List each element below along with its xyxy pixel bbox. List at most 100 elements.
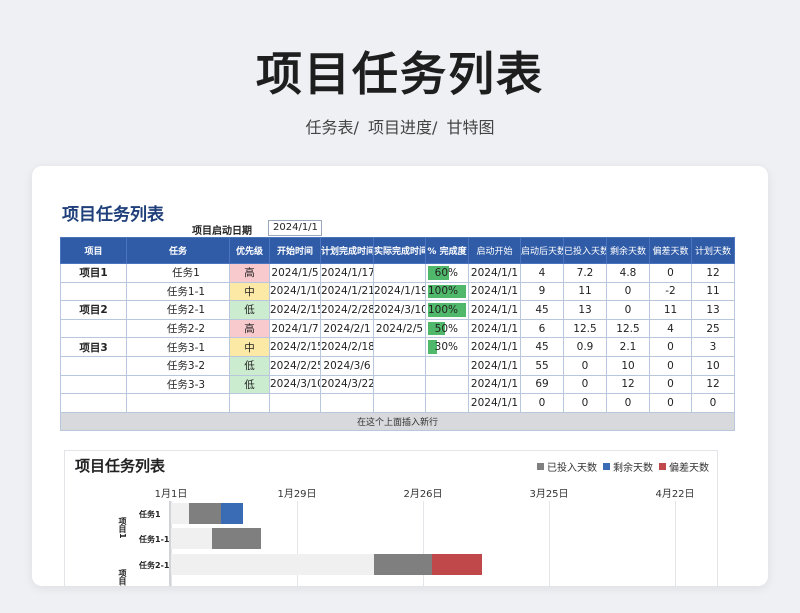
start-date-cell[interactable] <box>269 393 321 413</box>
plan-end-cell[interactable]: 2024/2/18 <box>320 337 374 357</box>
invested-cell[interactable]: 11 <box>563 281 607 302</box>
priority-cell[interactable]: 中 <box>229 337 270 357</box>
deviation-cell[interactable]: 11 <box>649 300 692 320</box>
header-cell[interactable]: 启动后天数 <box>520 237 564 264</box>
launch-cell[interactable]: 2024/1/1 <box>468 263 521 283</box>
start-date-cell[interactable]: 2024/2/15 <box>269 337 321 357</box>
priority-cell[interactable]: 低 <box>229 300 270 320</box>
start-date-cell[interactable]: 2024/1/7 <box>269 318 321 339</box>
invested-cell[interactable]: 13 <box>563 300 607 320</box>
plan-end-cell[interactable]: 2024/3/22 <box>320 374 374 395</box>
remaining-cell[interactable]: 4.8 <box>606 263 650 283</box>
project-cell[interactable] <box>60 355 127 376</box>
progress-cell[interactable]: 30% <box>425 337 469 357</box>
remaining-cell[interactable]: 12 <box>606 374 650 395</box>
days-after-cell[interactable]: 9 <box>520 281 564 302</box>
header-cell[interactable]: 计划完成时间 <box>320 237 374 264</box>
plan-end-cell[interactable] <box>320 393 374 413</box>
header-cell[interactable]: 偏差天数 <box>649 237 692 264</box>
project-cell[interactable]: 项目3 <box>60 337 127 357</box>
task-cell[interactable] <box>126 393 230 413</box>
deviation-cell[interactable]: 0 <box>649 263 692 283</box>
header-cell[interactable]: 已投入天数 <box>563 237 607 264</box>
launch-cell[interactable]: 2024/1/1 <box>468 355 521 376</box>
deviation-cell[interactable]: 4 <box>649 318 692 339</box>
project-cell[interactable]: 项目2 <box>60 300 127 320</box>
progress-cell[interactable]: 100% <box>425 281 469 302</box>
start-date-cell[interactable]: 2024/1/1 <box>268 220 322 236</box>
plan-end-cell[interactable]: 2024/2/28 <box>320 300 374 320</box>
project-cell[interactable]: 项目1 <box>60 263 127 283</box>
task-cell[interactable]: 任务2-1 <box>126 300 230 320</box>
priority-cell[interactable] <box>229 393 270 413</box>
plan-days-cell[interactable]: 25 <box>691 318 735 339</box>
header-cell[interactable]: 启动开始 <box>468 237 521 264</box>
header-cell[interactable]: 任务 <box>126 237 230 264</box>
actual-end-cell[interactable] <box>373 337 426 357</box>
header-cell[interactable]: 剩余天数 <box>606 237 650 264</box>
actual-end-cell[interactable]: 2024/2/5 <box>373 318 426 339</box>
remaining-cell[interactable]: 0 <box>606 281 650 302</box>
start-date-cell[interactable]: 2024/1/10 <box>269 281 321 302</box>
start-date-cell[interactable]: 2024/2/15 <box>269 300 321 320</box>
remaining-cell[interactable]: 10 <box>606 355 650 376</box>
project-cell[interactable] <box>60 318 127 339</box>
table-row[interactable]: 任务2-2 高 2024/1/7 2024/2/1 2024/2/5 50% 2024/1/… <box>60 318 735 339</box>
insert-row[interactable]: 在这个上面插入新行 <box>60 411 735 432</box>
table-row[interactable]: 2024/1/1 0 0 0 0 0 <box>60 393 735 413</box>
remaining-cell[interactable]: 0 <box>606 393 650 413</box>
plan-end-cell[interactable]: 2024/2/1 <box>320 318 374 339</box>
days-after-cell[interactable]: 45 <box>520 300 564 320</box>
progress-cell[interactable] <box>425 374 469 395</box>
project-cell[interactable] <box>60 393 127 413</box>
remaining-cell[interactable]: 2.1 <box>606 337 650 357</box>
priority-cell[interactable]: 高 <box>229 263 270 283</box>
days-after-cell[interactable]: 45 <box>520 337 564 357</box>
table-row[interactable]: 项目3 任务3-1 中 2024/2/15 2024/2/18 30% 2024/1/1 45… <box>60 337 735 357</box>
header-cell[interactable]: 实际完成时间 <box>373 237 426 264</box>
project-cell[interactable] <box>60 281 127 302</box>
task-cell[interactable]: 任务2-2 <box>126 318 230 339</box>
invested-cell[interactable]: 0.9 <box>563 337 607 357</box>
header-cell[interactable]: 优先级 <box>229 237 270 264</box>
actual-end-cell[interactable] <box>373 263 426 283</box>
actual-end-cell[interactable] <box>373 393 426 413</box>
task-cell[interactable]: 任务1-1 <box>126 281 230 302</box>
plan-days-cell[interactable]: 12 <box>691 263 735 283</box>
plan-end-cell[interactable]: 2024/1/17 <box>320 263 374 283</box>
plan-days-cell[interactable]: 10 <box>691 355 735 376</box>
table-row[interactable]: 项目2 任务2-1 低 2024/2/15 2024/2/28 2024/3/10 100%… <box>60 300 735 320</box>
deviation-cell[interactable]: 0 <box>649 374 692 395</box>
task-cell[interactable]: 任务3-1 <box>126 337 230 357</box>
plan-end-cell[interactable]: 2024/3/6 <box>320 355 374 376</box>
progress-cell[interactable]: 50% <box>425 318 469 339</box>
plan-days-cell[interactable]: 3 <box>691 337 735 357</box>
launch-cell[interactable]: 2024/1/1 <box>468 281 521 302</box>
remaining-cell[interactable]: 12.5 <box>606 318 650 339</box>
task-cell[interactable]: 任务3-3 <box>126 374 230 395</box>
start-date-cell[interactable]: 2024/2/25 <box>269 355 321 376</box>
remaining-cell[interactable]: 0 <box>606 300 650 320</box>
actual-end-cell[interactable]: 2024/3/10 <box>373 300 426 320</box>
progress-cell[interactable]: 100% <box>425 300 469 320</box>
actual-end-cell[interactable]: 2024/1/19 <box>373 281 426 302</box>
launch-cell[interactable]: 2024/1/1 <box>468 318 521 339</box>
launch-cell[interactable]: 2024/1/1 <box>468 337 521 357</box>
plan-days-cell[interactable]: 11 <box>691 281 735 302</box>
task-cell[interactable]: 任务1 <box>126 263 230 283</box>
days-after-cell[interactable]: 69 <box>520 374 564 395</box>
header-cell[interactable]: 开始时间 <box>269 237 321 264</box>
progress-cell[interactable] <box>425 393 469 413</box>
priority-cell[interactable]: 低 <box>229 355 270 376</box>
plan-days-cell[interactable]: 12 <box>691 374 735 395</box>
deviation-cell[interactable]: 0 <box>649 337 692 357</box>
days-after-cell[interactable]: 4 <box>520 263 564 283</box>
launch-cell[interactable]: 2024/1/1 <box>468 393 521 413</box>
days-after-cell[interactable]: 55 <box>520 355 564 376</box>
start-date-cell[interactable]: 2024/3/10 <box>269 374 321 395</box>
actual-end-cell[interactable] <box>373 355 426 376</box>
header-cell[interactable]: 计划天数 <box>691 237 735 264</box>
invested-cell[interactable]: 7.2 <box>563 263 607 283</box>
launch-cell[interactable]: 2024/1/1 <box>468 300 521 320</box>
task-cell[interactable]: 任务3-2 <box>126 355 230 376</box>
